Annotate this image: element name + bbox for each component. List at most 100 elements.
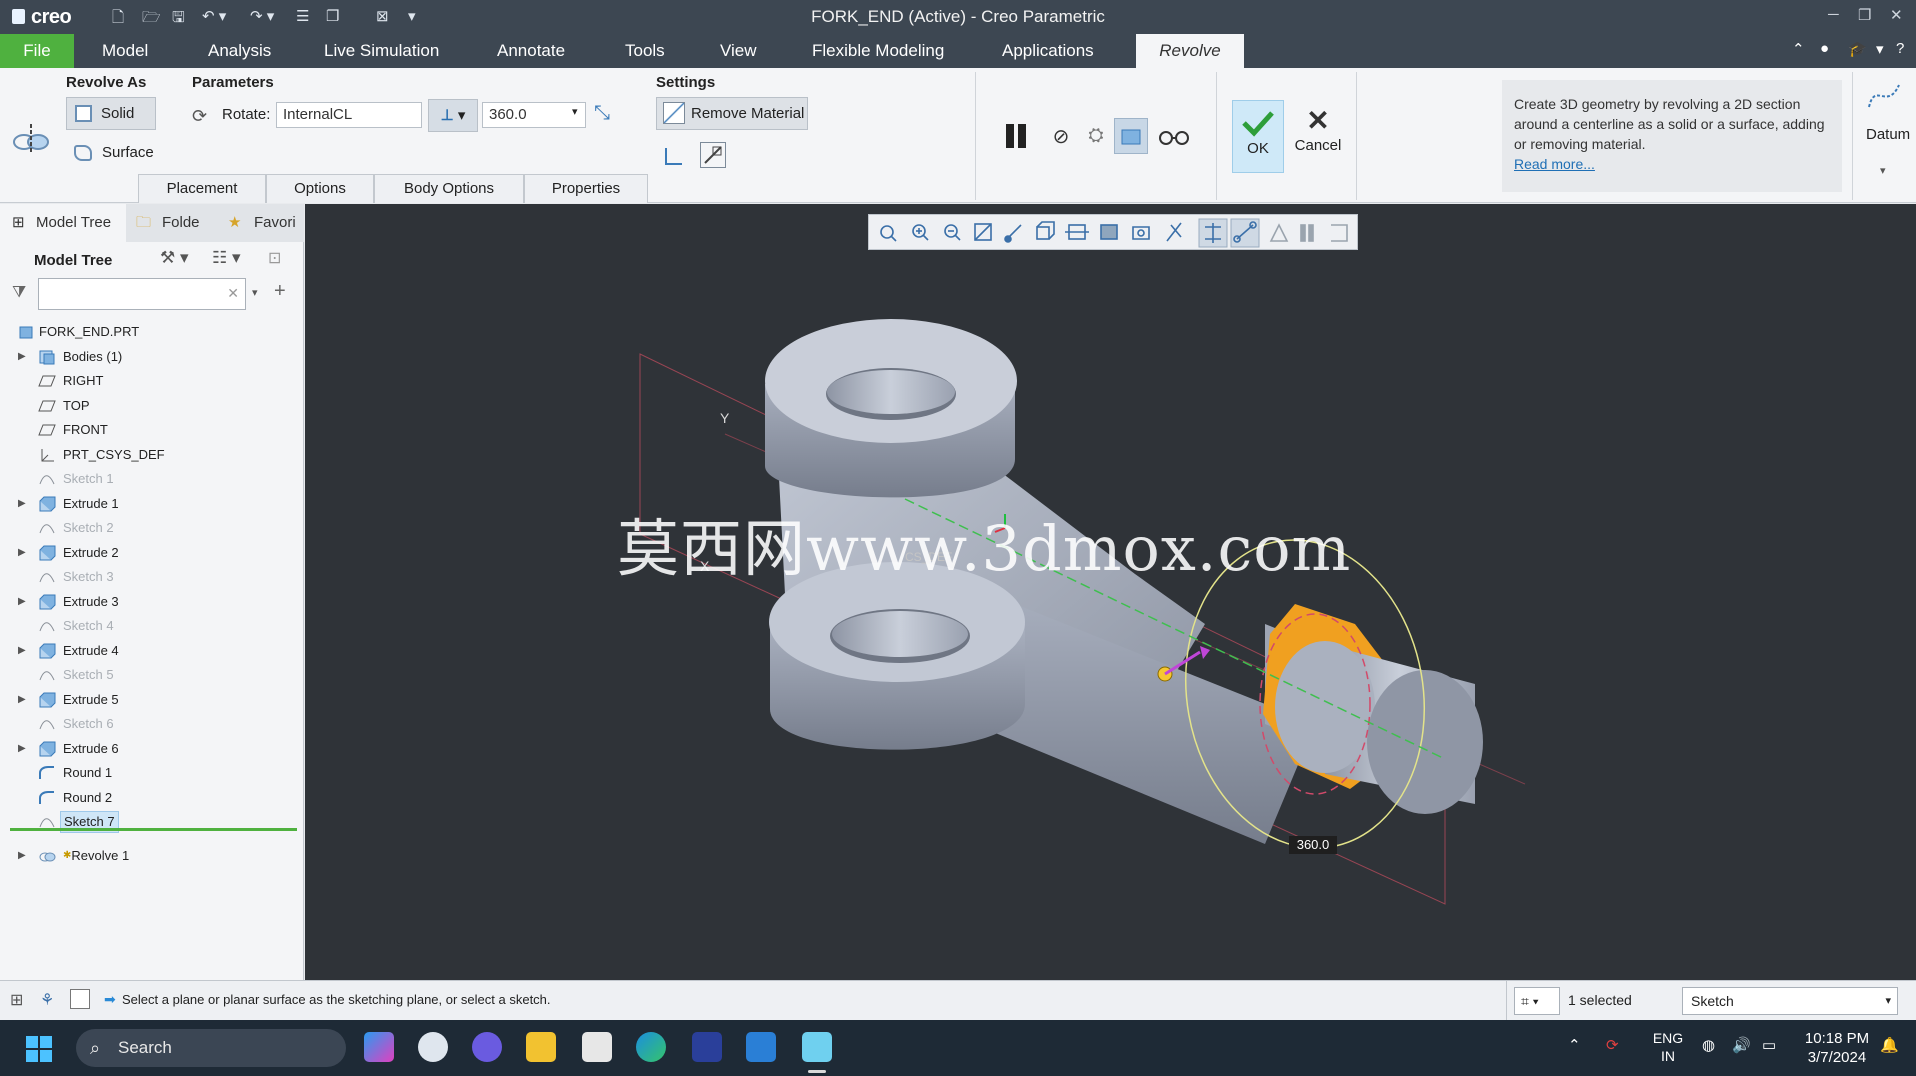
menu-flexible-modeling[interactable]: Flexible Modeling xyxy=(798,34,958,68)
pause-icon[interactable] xyxy=(1000,118,1032,154)
sketch-tool-icon[interactable] xyxy=(700,142,726,168)
expand-icon[interactable]: ▶ xyxy=(18,590,26,614)
tree-item[interactable]: Round 2 xyxy=(0,786,300,810)
expand-icon[interactable]: ▶ xyxy=(18,345,26,369)
expand-icon[interactable]: ▶ xyxy=(18,844,26,868)
expand-icon[interactable]: ▶ xyxy=(18,688,26,712)
tab-favorites[interactable]: ★ Favori xyxy=(218,204,304,242)
tree-item[interactable]: Sketch 6 xyxy=(0,712,300,736)
verify-glasses-icon[interactable] xyxy=(1156,122,1192,150)
no-preview-icon[interactable]: ⊘ xyxy=(1048,122,1074,150)
tree-item[interactable]: PRT_CSYS_DEF xyxy=(0,443,300,467)
tree-item[interactable]: ▶ Extrude 4 xyxy=(0,639,300,663)
tree-settings-icon[interactable]: ⚒ ▾ xyxy=(160,248,189,268)
expand-icon[interactable]: ▶ xyxy=(18,639,26,663)
collapse-ribbon-icon[interactable]: ⌃ xyxy=(1792,40,1805,58)
battery-icon[interactable]: ▭ xyxy=(1762,1036,1776,1054)
angle-dropdown-icon[interactable]: ▾ xyxy=(572,105,578,118)
minimize-icon[interactable]: ─ xyxy=(1828,6,1839,23)
tree-columns-icon[interactable]: ☷ ▾ xyxy=(212,248,241,268)
find-binoculars-button[interactable]: ⌗ ▾ xyxy=(1514,987,1560,1015)
panel-toggle-icon[interactable]: ⊞ xyxy=(10,990,23,1010)
solid-button[interactable]: Solid xyxy=(66,97,156,130)
expand-icon[interactable]: ▶ xyxy=(18,737,26,761)
geometry-preview-icon[interactable] xyxy=(1114,118,1148,154)
tree-item[interactable]: ▶ Extrude 6 xyxy=(0,737,300,761)
menu-analysis[interactable]: Analysis xyxy=(194,34,285,68)
tree-item[interactable]: Sketch 1 xyxy=(0,467,300,491)
tab-placement[interactable]: Placement xyxy=(138,174,266,203)
mathcad-icon[interactable] xyxy=(692,1032,722,1062)
read-more-link[interactable]: Read more... xyxy=(1514,156,1595,172)
tab-model-tree[interactable]: ⊞ Model Tree xyxy=(0,204,126,242)
show-hide-icon[interactable]: ⊡ xyxy=(268,248,281,268)
axis-collector-input[interactable]: InternalCL xyxy=(276,102,422,128)
tab-folder-browser[interactable]: 🗀 Folde xyxy=(126,204,218,242)
tree-item[interactable]: ▶ Extrude 3 xyxy=(0,590,300,614)
fullscreen-icon[interactable] xyxy=(70,989,90,1009)
menu-tools[interactable]: Tools xyxy=(611,34,679,68)
weather-icon[interactable] xyxy=(418,1032,448,1062)
filter-icon[interactable]: ⧩ xyxy=(12,284,26,302)
tree-item-revolve[interactable]: ▶ ✱Revolve 1 xyxy=(0,844,300,868)
tree-item[interactable]: RIGHT xyxy=(0,369,300,393)
clear-search-icon[interactable]: ✕ xyxy=(227,285,239,302)
tree-search-input[interactable]: ✕ xyxy=(38,278,246,310)
graphics-viewport[interactable]: Y X CS_DEF 360.0 xyxy=(305,204,1916,980)
dropdown-icon[interactable]: ▾ xyxy=(1876,40,1884,58)
angle-type-dropdown[interactable]: ⊥ ▾ xyxy=(428,99,478,132)
menu-live-simulation[interactable]: Live Simulation xyxy=(310,34,453,68)
tree-item[interactable]: Sketch 2 xyxy=(0,516,300,540)
tree-item[interactable]: Round 1 xyxy=(0,761,300,785)
tab-revolve[interactable]: Revolve xyxy=(1136,34,1244,68)
attached-preview-icon[interactable]: ⛭ xyxy=(1082,122,1110,150)
meet-icon[interactable] xyxy=(472,1032,502,1062)
flip-direction-icon[interactable]: ⤡ xyxy=(594,102,610,125)
menu-applications[interactable]: Applications xyxy=(988,34,1108,68)
menu-annotate[interactable]: Annotate xyxy=(483,34,579,68)
tree-item[interactable]: Sketch 5 xyxy=(0,663,300,687)
angle-input[interactable]: 360.0 xyxy=(482,102,586,128)
network-icon[interactable]: ◍ xyxy=(1702,1036,1715,1054)
learning-icon[interactable]: 🎓 xyxy=(1848,40,1867,58)
file-menu[interactable]: File xyxy=(0,34,74,68)
file-explorer-icon[interactable] xyxy=(526,1032,556,1062)
tree-item[interactable]: ▶ Extrude 2 xyxy=(0,541,300,565)
start-icon[interactable] xyxy=(26,1036,52,1062)
creo-app-icon[interactable] xyxy=(746,1032,776,1062)
creo-parametric-icon[interactable] xyxy=(802,1032,832,1062)
selection-filter-dropdown[interactable]: Sketch ▾ xyxy=(1682,987,1898,1015)
angle-dimension-label[interactable]: 360.0 xyxy=(1289,836,1337,854)
tab-options[interactable]: Options xyxy=(266,174,374,203)
browser-toggle-icon[interactable]: ⚘ xyxy=(40,990,54,1010)
selection-count[interactable]: 1 selected xyxy=(1568,992,1632,1008)
tab-properties[interactable]: Properties xyxy=(524,174,648,203)
datum-dropdown-icon[interactable]: ▾ xyxy=(1880,164,1886,177)
tray-chevron-icon[interactable]: ⌃ xyxy=(1568,1036,1581,1054)
edge-icon[interactable] xyxy=(636,1032,666,1062)
taskbar-search[interactable]: ⌕ Search xyxy=(76,1029,346,1067)
tree-item[interactable]: TOP xyxy=(0,394,300,418)
expand-icon[interactable]: ▶ xyxy=(18,492,26,516)
tree-item[interactable]: ▶ Extrude 1 xyxy=(0,492,300,516)
view-toolbar-icons[interactable] xyxy=(869,215,1359,251)
menu-view[interactable]: View xyxy=(706,34,771,68)
tree-item[interactable]: FORK_END.PRT xyxy=(0,320,300,344)
ok-button[interactable]: OK xyxy=(1232,100,1284,173)
menu-model[interactable]: Model xyxy=(88,34,162,68)
surface-button[interactable]: Surface xyxy=(74,144,154,161)
copilot-icon[interactable] xyxy=(364,1032,394,1062)
thicken-icon[interactable] xyxy=(662,144,686,168)
tree-item[interactable]: FRONT xyxy=(0,418,300,442)
notifications-bell-icon[interactable]: 🔔 xyxy=(1880,1036,1899,1054)
notification-icon[interactable]: ● xyxy=(1820,40,1829,57)
expand-icon[interactable]: ▶ xyxy=(18,541,26,565)
language-indicator[interactable]: ENG IN xyxy=(1650,1029,1686,1065)
tab-body-options[interactable]: Body Options xyxy=(374,174,524,203)
remove-material-button[interactable]: Remove Material xyxy=(656,97,808,130)
datum-label[interactable]: Datum xyxy=(1866,126,1910,143)
close-icon[interactable]: ✕ xyxy=(1890,6,1903,24)
help-icon[interactable]: ? xyxy=(1896,40,1904,57)
restore-icon[interactable]: ❐ xyxy=(1858,6,1871,24)
cancel-button[interactable]: ✕ Cancel xyxy=(1290,104,1346,174)
